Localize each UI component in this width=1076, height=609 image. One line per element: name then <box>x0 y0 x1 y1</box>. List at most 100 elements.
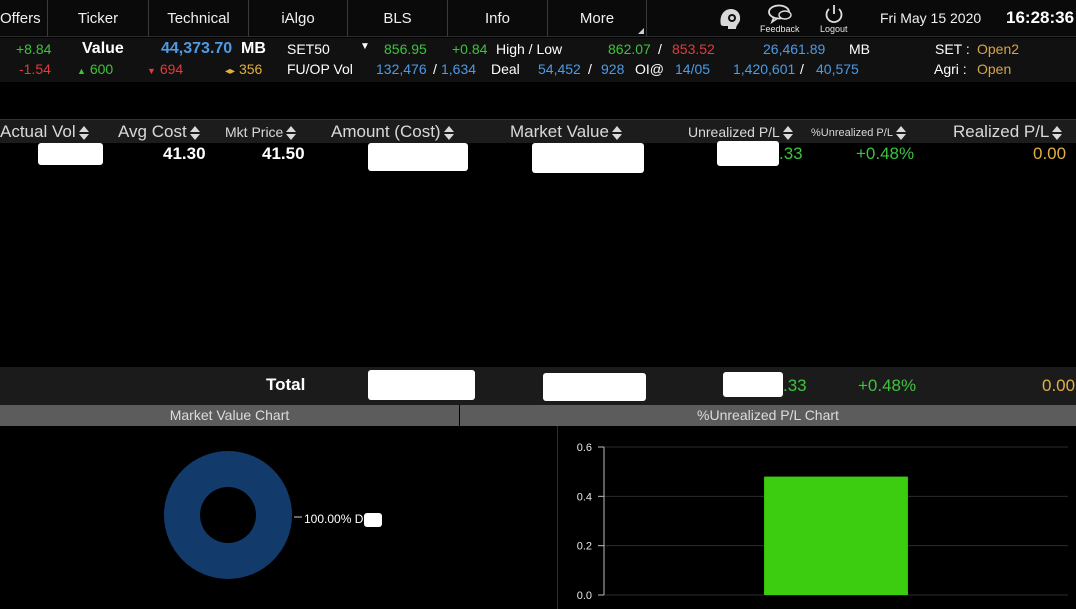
redacted-market-value <box>532 143 644 173</box>
chevron-down-icon[interactable]: ▼ <box>360 41 370 52</box>
chat-icon <box>767 4 792 24</box>
sort-icon[interactable] <box>1052 125 1063 140</box>
set-status: Open2 <box>977 41 1020 57</box>
col-actual-vol[interactable]: Actual Vol <box>0 122 89 142</box>
open-interest: 1,420,601 <box>733 61 796 77</box>
advance-count: ▲ 600 <box>77 61 114 77</box>
tab-technical[interactable]: Technical <box>149 0 249 37</box>
index-change: +0.84 <box>452 41 488 57</box>
down-arrow-icon: ▼ <box>147 66 156 76</box>
agri-status: Open <box>977 61 1012 77</box>
pct-unrealized-value: +0.48% <box>856 144 915 163</box>
bar-pct-unrealized[interactable] <box>764 476 908 595</box>
y-tick-label: 0.4 <box>577 491 592 503</box>
market-value: 44,373.70 <box>161 40 233 57</box>
col-mkt-price[interactable]: Mkt Price <box>225 124 297 141</box>
unrealized-chart-title: %Unrealized P/L Chart <box>459 405 1076 426</box>
sort-icon[interactable] <box>782 126 793 141</box>
index-change-up: +8.84 <box>16 41 52 57</box>
unchanged-arrow-icon: ◂▸ <box>225 66 236 77</box>
head-profile-icon[interactable] <box>716 5 744 33</box>
donut-slice-label: 100.00% D <box>304 512 383 527</box>
power-icon <box>825 5 843 23</box>
current-date: Fri May 15 2020 <box>880 10 982 26</box>
deal-label: Deal <box>491 61 520 77</box>
tab-bls[interactable]: BLS <box>348 0 448 37</box>
donut-slice-D[interactable] <box>164 451 292 579</box>
total-unrealized-value: .33 <box>783 376 807 395</box>
up-arrow-icon: ▲ <box>77 66 86 76</box>
col-pct-unrealized-pl[interactable]: %Unrealized P/L <box>811 126 906 140</box>
redacted-amount-cost <box>368 143 468 171</box>
high-low-separator: / <box>658 41 662 57</box>
oi-label: OI@ <box>635 61 664 77</box>
unrealized-bar-chart: 0.0 0.2 0.4 0.6 <box>577 442 1068 602</box>
tab-offers[interactable]: Offers <box>0 0 48 37</box>
portfolio-table-header: Actual Vol Avg Cost Mkt Price Amount (Co… <box>0 119 1076 143</box>
sort-icon[interactable] <box>286 126 297 141</box>
market-value-donut-chart <box>164 451 302 579</box>
sort-icon[interactable] <box>78 125 89 140</box>
tab-more[interactable]: More <box>548 0 647 37</box>
fu-op-label: FU/OP Vol <box>287 61 353 77</box>
col-unrealized-pl[interactable]: Unrealized P/L <box>688 124 793 141</box>
sort-icon[interactable] <box>443 125 454 140</box>
market-summary-strip: +8.84 -1.54 Value 44,373.70 MB ▲ 600 ▼ 6… <box>0 38 1076 82</box>
high-low-label: High / Low <box>496 41 563 57</box>
fu-op-volume: 132,476 <box>376 61 427 77</box>
oi-date: 14/05 <box>675 61 711 77</box>
logout-button[interactable]: Logout <box>820 4 848 34</box>
redacted-unrealized-pl <box>717 141 779 166</box>
deal-count-2: 928 <box>601 61 625 77</box>
set-label: SET : <box>935 41 970 57</box>
total-realized-value: 0.00 <box>1042 376 1076 395</box>
deal-count: 54,452 <box>538 61 581 77</box>
index-high: 862.07 <box>608 41 651 57</box>
tab-ticker[interactable]: Ticker <box>48 0 149 37</box>
unchanged-count: ◂▸ 356 <box>225 61 263 77</box>
index-turnover: 26,461.89 <box>763 41 826 57</box>
redacted-total-unrealized <box>723 372 783 397</box>
total-pct-unrealized: +0.48% <box>858 376 917 395</box>
decline-count: ▼ 694 <box>147 61 184 77</box>
fu-op-separator: / <box>433 61 437 77</box>
col-market-value[interactable]: Market Value <box>510 122 622 142</box>
index-value: 856.95 <box>384 41 427 57</box>
oi-separator: / <box>800 61 804 77</box>
col-amount-cost[interactable]: Amount (Cost) <box>331 122 454 142</box>
redacted-stock-name <box>364 512 383 527</box>
feedback-button[interactable]: Feedback <box>760 4 800 34</box>
avg-cost-value: 41.30 <box>163 144 206 163</box>
mkt-price-value: 41.50 <box>262 144 305 163</box>
tab-ialgo[interactable]: iAlgo <box>249 0 348 37</box>
y-tick-label: 0.6 <box>577 442 592 454</box>
market-value-unit: MB <box>241 40 266 57</box>
total-row: Total .33 +0.48% 0.00 <box>0 367 1076 405</box>
redacted-total-amount <box>368 370 475 400</box>
sort-icon[interactable] <box>895 126 906 140</box>
redacted-actual-vol <box>38 143 103 165</box>
tab-info[interactable]: Info <box>448 0 548 37</box>
fu-op-volume-2: 1,634 <box>441 61 477 77</box>
col-realized-pl[interactable]: Realized P/L <box>953 122 1063 142</box>
index-select[interactable]: SET50 <box>287 41 330 57</box>
logout-label: Logout <box>820 24 848 34</box>
realized-pl-value: 0.00 <box>1033 144 1067 163</box>
sort-icon[interactable] <box>189 125 200 140</box>
redacted-total-market-value <box>543 373 646 401</box>
index-change-down: -1.54 <box>19 61 51 77</box>
total-label: Total <box>266 375 306 394</box>
index-low: 853.52 <box>672 41 715 57</box>
donut-label-text: 100.00% D <box>304 512 364 526</box>
market-value-chart-title: Market Value Chart <box>0 405 459 426</box>
value-label: Value <box>82 40 124 57</box>
agri-label: Agri : <box>934 61 967 77</box>
unrealized-pl-value: .33 <box>779 144 803 163</box>
index-turnover-unit: MB <box>849 41 870 57</box>
current-time: 16:28:36 <box>1006 8 1075 27</box>
y-tick-label: 0.0 <box>577 590 592 602</box>
top-nav: Offers Ticker Technical iAlgo BLS Info M… <box>0 0 1076 37</box>
feedback-label: Feedback <box>760 24 800 34</box>
sort-icon[interactable] <box>611 125 622 140</box>
col-avg-cost[interactable]: Avg Cost <box>118 122 200 142</box>
